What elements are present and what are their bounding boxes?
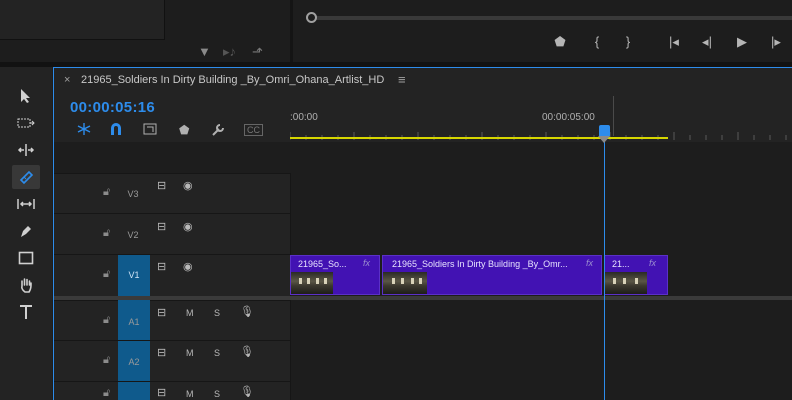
eye-icon[interactable]: ◉ [183, 179, 193, 192]
lock-icon[interactable]: 🔓︎ [103, 186, 110, 199]
lock-icon[interactable]: 🔓︎ [103, 387, 110, 400]
track-area-v3[interactable] [290, 173, 792, 213]
track-select-tool-icon[interactable] [12, 111, 40, 135]
ruler-marker-line [613, 96, 614, 136]
sync-lock-icon[interactable]: ⊟ [157, 179, 166, 192]
track-label-v3[interactable]: V3 [118, 189, 148, 199]
microphone-icon[interactable]: 🎙︎ [240, 385, 254, 398]
sequence-tab-title[interactable]: 21965_Soldiers In Dirty Building _By_Omr… [81, 74, 384, 86]
lock-icon[interactable]: 🔓︎ [103, 227, 110, 240]
selection-tool-icon[interactable] [12, 84, 40, 108]
sync-lock-icon[interactable]: ⊟ [157, 346, 166, 359]
go-to-in-icon[interactable]: |◂ [665, 34, 683, 50]
play-icon[interactable]: ▶ [733, 34, 751, 50]
track-label-a2[interactable]: A2 [119, 357, 149, 367]
automate-icon[interactable]: ▸♪ [223, 44, 236, 60]
clip-thumbnail [291, 272, 333, 294]
razor-tool-icon[interactable] [12, 165, 40, 189]
step-back-icon[interactable]: ◂| [698, 34, 716, 50]
fx-badge[interactable]: fx [363, 258, 370, 268]
add-marker-icon[interactable]: ⬟ [551, 34, 569, 50]
close-tab-icon[interactable]: × [64, 74, 70, 86]
clip[interactable]: 21965_Soldiers In Dirty Building _By_Omr… [382, 255, 602, 295]
clip-name: 21... [612, 259, 630, 269]
lock-icon[interactable]: 🔓︎ [103, 268, 110, 281]
clip-name: 21965_Soldiers In Dirty Building _By_Omr… [392, 259, 568, 269]
new-item-icon[interactable]: ⬏ [252, 44, 263, 60]
rectangle-tool-icon[interactable] [12, 246, 40, 270]
monitor-playhead[interactable] [306, 12, 317, 23]
monitor-scrub-bar[interactable] [310, 16, 792, 20]
filter-icon[interactable]: ▼ [198, 44, 211, 59]
microphone-icon[interactable]: 🎙︎ [240, 345, 254, 358]
snap-icon[interactable] [109, 123, 123, 138]
solo-button[interactable]: S [214, 389, 220, 399]
nest-icon[interactable] [77, 123, 91, 138]
track-label-v1[interactable]: V1 [119, 270, 149, 280]
ruler-label: 00:00:05:00 [542, 112, 595, 123]
track-area-a1[interactable] [290, 300, 792, 340]
fx-badge[interactable]: fx [649, 258, 656, 268]
pen-tool-icon[interactable] [12, 219, 40, 243]
track-label-v2[interactable]: V2 [118, 230, 148, 240]
sync-lock-icon[interactable]: ⊟ [157, 220, 166, 233]
playhead-timecode[interactable]: 00:00:05:16 [70, 99, 155, 116]
ripple-edit-tool-icon[interactable] [12, 138, 40, 162]
lock-icon[interactable]: 🔓︎ [103, 354, 110, 367]
step-forward-icon[interactable]: |▸ [767, 34, 785, 50]
track-label-a1[interactable]: A1 [119, 317, 149, 327]
sync-lock-icon[interactable]: ⊟ [157, 306, 166, 319]
settings-wrench-icon[interactable] [211, 123, 225, 140]
eye-icon[interactable]: ◉ [183, 260, 193, 273]
playhead-line[interactable] [604, 132, 605, 400]
fx-badge[interactable]: fx [586, 258, 593, 268]
playhead-marker [598, 136, 610, 143]
clip-thumbnail [383, 272, 427, 294]
sync-lock-icon[interactable]: ⊟ [157, 386, 166, 399]
slip-tool-icon[interactable] [12, 192, 40, 216]
playhead-handle[interactable] [599, 125, 610, 136]
captions-icon[interactable]: CC [244, 124, 263, 136]
ruler-label: :00:00 [290, 112, 318, 123]
mute-button[interactable]: M [186, 308, 194, 318]
track-area-v2[interactable] [290, 213, 792, 254]
clip[interactable]: 21... fx [604, 255, 668, 295]
mute-button[interactable]: M [186, 389, 194, 399]
mark-out-icon[interactable]: } [619, 34, 637, 49]
panel-menu-icon[interactable]: ≡ [398, 72, 406, 87]
track-area-a3[interactable] [290, 381, 792, 400]
hand-tool-icon[interactable] [12, 273, 40, 297]
eye-icon[interactable]: ◉ [183, 220, 193, 233]
mark-in-icon[interactable]: { [588, 34, 606, 49]
clip-thumbnail [605, 272, 647, 294]
program-monitor [293, 0, 792, 62]
solo-button[interactable]: S [214, 348, 220, 358]
track-target-a3[interactable] [118, 382, 150, 400]
clip-name: 21965_So... [298, 259, 347, 269]
mute-button[interactable]: M [186, 348, 194, 358]
add-marker-icon[interactable]: ⬟ [179, 123, 189, 137]
type-tool-icon[interactable] [12, 300, 40, 324]
microphone-icon[interactable]: 🎙︎ [240, 305, 254, 318]
track-area-a2[interactable] [290, 340, 792, 381]
lock-icon[interactable]: 🔓︎ [103, 314, 110, 327]
empty-track-zone[interactable] [54, 142, 792, 173]
project-list-area [0, 0, 165, 40]
clip[interactable]: 21965_So... fx [290, 255, 380, 295]
sync-lock-icon[interactable]: ⊟ [157, 260, 166, 273]
work-area-bar[interactable] [290, 137, 668, 139]
solo-button[interactable]: S [214, 308, 220, 318]
linked-selection-icon[interactable] [143, 123, 157, 138]
